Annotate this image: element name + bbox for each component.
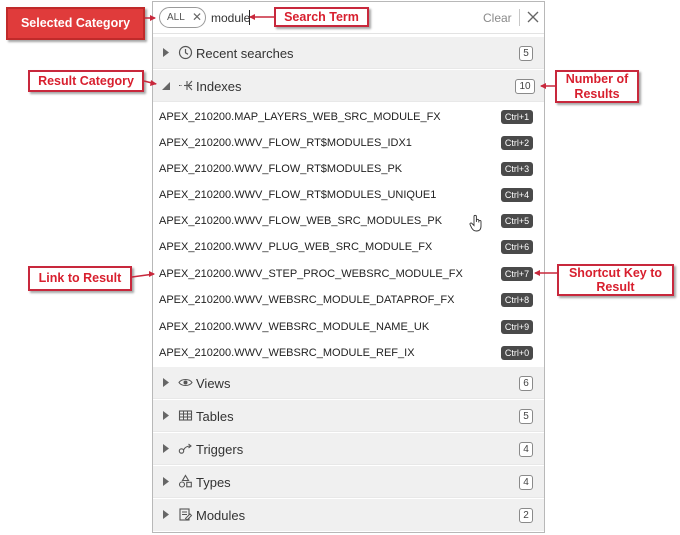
shortcut-key-badge: Ctrl+0 <box>501 346 533 360</box>
callout-selected-category: Selected Category <box>6 7 145 40</box>
result-count-badge: 5 <box>519 409 533 424</box>
category-recent-searches[interactable]: Recent searches 5 <box>153 37 544 69</box>
result-count-badge: 4 <box>519 475 533 490</box>
category-label: Modules <box>196 508 246 523</box>
result-count-badge: 6 <box>519 376 533 391</box>
result-link[interactable]: APEX_210200.WWV_FLOW_RT$MODULES_PK Ctrl+… <box>153 156 544 182</box>
result-link[interactable]: APEX_210200.WWV_WEBSRC_MODULE_NAME_UK Ct… <box>153 314 544 340</box>
category-indexes[interactable]: Indexes 10 <box>153 70 544 102</box>
category-filter-chip[interactable]: ALL ✕ <box>159 7 206 28</box>
result-name: APEX_210200.WWV_FLOW_RT$MODULES_UNIQUE1 <box>159 189 437 201</box>
shortcut-key-badge: Ctrl+9 <box>501 320 533 334</box>
result-name: APEX_210200.WWV_STEP_PROC_WEBSRC_MODULE_… <box>159 268 463 280</box>
index-icon <box>179 80 193 91</box>
shortcut-key-badge: Ctrl+5 <box>501 214 533 228</box>
shortcut-key-badge: Ctrl+7 <box>501 267 533 281</box>
category-label: Views <box>196 376 231 391</box>
remove-filter-icon[interactable]: ✕ <box>192 8 202 27</box>
result-link[interactable]: APEX_210200.WWV_WEBSRC_MODULE_REF_IX Ctr… <box>153 340 544 366</box>
clock-icon <box>178 45 193 60</box>
result-count-badge: 2 <box>519 508 533 523</box>
callout-result-category: Result Category <box>28 70 144 92</box>
trigger-icon <box>178 443 192 454</box>
result-name: APEX_210200.WWV_PLUG_WEB_SRC_MODULE_FX <box>159 241 433 253</box>
result-count-badge: 5 <box>519 46 533 61</box>
arrow-link-to-result <box>131 273 155 278</box>
category-types[interactable]: Types 4 <box>153 466 544 498</box>
hand-pointer-icon <box>469 214 482 232</box>
result-name: APEX_210200.WWV_FLOW_RT$MODULES_IDX1 <box>159 137 412 149</box>
search-panel: ALL ✕ Clear Recent searches 5 Indexes <box>152 1 545 533</box>
category-label: Recent searches <box>196 46 294 61</box>
shortcut-key-badge: Ctrl+3 <box>501 162 533 176</box>
shortcut-key-badge: Ctrl+1 <box>501 110 533 124</box>
module-icon <box>179 508 193 521</box>
table-icon <box>178 410 193 421</box>
callout-shortcut-key: Shortcut Key to Result <box>557 264 674 296</box>
category-label: Indexes <box>196 79 242 94</box>
category-label: Triggers <box>196 442 244 457</box>
shortcut-key-badge: Ctrl+4 <box>501 188 533 202</box>
result-link[interactable]: APEX_210200.WWV_PLUG_WEB_SRC_MODULE_FX C… <box>153 234 544 260</box>
category-views[interactable]: Views 6 <box>153 367 544 399</box>
result-name: APEX_210200.WWV_WEBSRC_MODULE_NAME_UK <box>159 321 430 333</box>
close-icon[interactable] <box>525 9 541 25</box>
text-caret <box>249 10 250 25</box>
expand-triangle-icon[interactable] <box>161 509 171 520</box>
callout-number-of-results: Number of Results <box>555 70 639 103</box>
divider <box>519 9 520 26</box>
filter-chip-label: ALL <box>167 12 185 23</box>
category-triggers[interactable]: Triggers 4 <box>153 433 544 465</box>
expand-triangle-icon[interactable] <box>161 410 171 421</box>
expand-triangle-icon[interactable] <box>161 443 171 454</box>
eye-icon <box>178 378 193 387</box>
category-modules[interactable]: Modules 2 <box>153 499 544 531</box>
result-name: APEX_210200.WWV_FLOW_RT$MODULES_PK <box>159 163 403 175</box>
result-link[interactable]: APEX_210200.WWV_FLOW_RT$MODULES_IDX1 Ctr… <box>153 130 544 156</box>
expand-triangle-icon[interactable] <box>161 47 171 58</box>
callout-link-to-result: Link to Result <box>28 266 132 291</box>
shortcut-key-badge: Ctrl+8 <box>501 293 533 307</box>
category-label: Tables <box>196 409 234 424</box>
result-name: APEX_210200.WWV_FLOW_WEB_SRC_MODULES_PK <box>159 215 443 227</box>
category-tables[interactable]: Tables 5 <box>153 400 544 432</box>
callout-search-term: Search Term <box>274 7 369 27</box>
result-name: APEX_210200.MAP_LAYERS_WEB_SRC_MODULE_FX <box>159 111 441 123</box>
expand-triangle-icon[interactable] <box>161 476 171 487</box>
category-label: Types <box>196 475 231 490</box>
result-name: APEX_210200.WWV_WEBSRC_MODULE_REF_IX <box>159 347 415 359</box>
result-link[interactable]: APEX_210200.WWV_FLOW_RT$MODULES_UNIQUE1 … <box>153 182 544 208</box>
result-link[interactable]: APEX_210200.WWV_STEP_PROC_WEBSRC_MODULE_… <box>153 261 544 287</box>
collapse-triangle-icon[interactable] <box>161 80 171 91</box>
shortcut-key-badge: Ctrl+6 <box>501 240 533 254</box>
expand-triangle-icon[interactable] <box>161 377 171 388</box>
result-name: APEX_210200.WWV_WEBSRC_MODULE_DATAPROF_F… <box>159 294 455 306</box>
result-link[interactable]: APEX_210200.WWV_WEBSRC_MODULE_DATAPROF_F… <box>153 287 544 313</box>
result-link[interactable]: APEX_210200.MAP_LAYERS_WEB_SRC_MODULE_FX… <box>153 104 544 130</box>
shapes-icon <box>178 474 192 488</box>
result-link[interactable]: APEX_210200.WWV_FLOW_WEB_SRC_MODULES_PK … <box>153 208 544 234</box>
clear-button[interactable]: Clear <box>483 11 512 25</box>
shortcut-key-badge: Ctrl+2 <box>501 136 533 150</box>
result-count-badge: 10 <box>515 79 535 94</box>
result-count-badge: 4 <box>519 442 533 457</box>
